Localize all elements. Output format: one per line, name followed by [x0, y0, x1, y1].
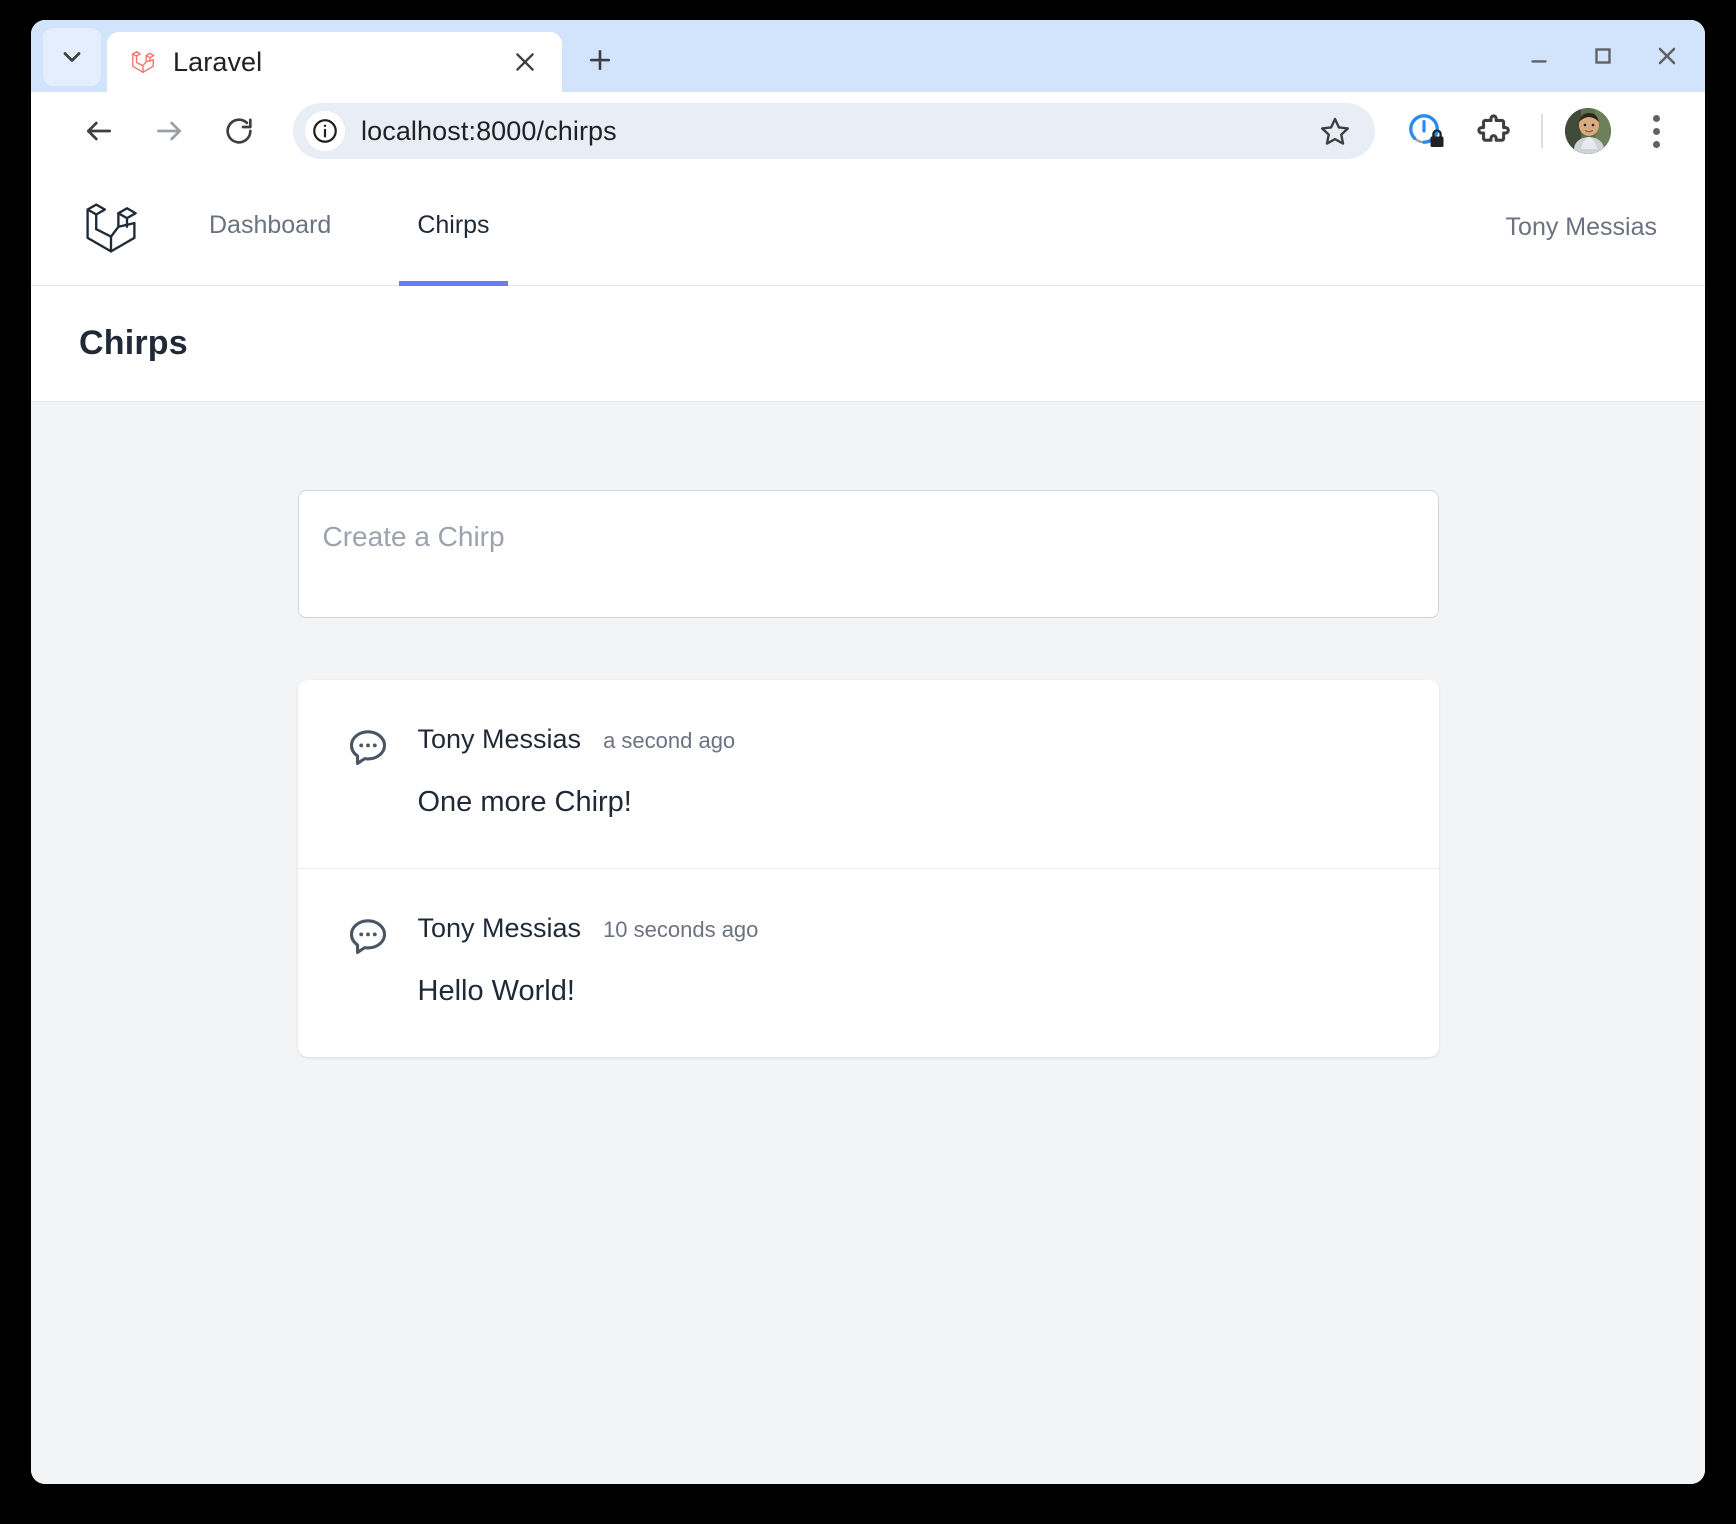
- chirp-author: Tony Messias: [417, 724, 582, 754]
- arrow-right-icon: [157, 121, 181, 141]
- star-icon: [1321, 117, 1350, 145]
- page-header: Chirps: [31, 286, 1705, 402]
- site-info-button[interactable]: [305, 111, 345, 151]
- password-manager-lock-icon: [1409, 114, 1444, 147]
- laravel-logo[interactable]: [79, 196, 143, 260]
- window-close-button[interactable]: [1635, 20, 1699, 92]
- chirp-item: Tony Messias 10 seconds ago Hello World!: [297, 868, 1439, 1057]
- browser-window: Laravel localhost:8000/chirps Dashboard …: [31, 20, 1705, 1484]
- close-icon: [1658, 47, 1676, 65]
- laravel-favicon: [132, 51, 155, 73]
- chirp-body: Tony Messias 10 seconds ago Hello World!: [418, 913, 1391, 1011]
- extensions-button[interactable]: [1469, 106, 1519, 156]
- arrow-left-icon: [87, 121, 111, 141]
- minimize-icon: [1531, 60, 1547, 63]
- tab-strip: Laravel: [31, 20, 1705, 92]
- address-bar-url[interactable]: localhost:8000/chirps: [361, 116, 1313, 147]
- app-nav-links: Dashboard Chirps: [191, 170, 508, 286]
- chirp-meta: Tony Messias 10 seconds ago: [418, 913, 1391, 944]
- chirp-timestamp: 10 seconds ago: [603, 917, 759, 943]
- window-maximize-button[interactable]: [1571, 20, 1635, 92]
- tab-close-button[interactable]: [508, 45, 542, 79]
- back-button[interactable]: [73, 105, 125, 157]
- tab-search-button[interactable]: [43, 28, 101, 86]
- chirp-author: Tony Messias: [417, 913, 582, 944]
- bookmark-button[interactable]: [1313, 109, 1357, 153]
- kebab-dot: [1652, 114, 1660, 122]
- puzzle-piece-icon: [1477, 114, 1510, 142]
- browser-toolbar: localhost:8000/chirps: [31, 92, 1705, 170]
- chirp-timestamp: a second ago: [603, 728, 736, 753]
- kebab-dot: [1652, 127, 1660, 135]
- window-minimize-button[interactable]: [1507, 20, 1571, 92]
- tab-title: Laravel: [173, 46, 263, 77]
- kebab-dot: [1652, 140, 1660, 148]
- toolbar-divider: [1541, 114, 1543, 148]
- maximize-icon: [1595, 48, 1611, 64]
- close-icon: [516, 53, 534, 71]
- chirp-message: Hello World!: [417, 975, 575, 1008]
- nav-link-chirps[interactable]: Chirps: [399, 170, 508, 286]
- user-avatar: [1565, 108, 1611, 154]
- page-viewport: Dashboard Chirps Tony Messias Chirps Cre…: [31, 170, 1705, 1484]
- chirp-item: Tony Messias a second ago One more Chirp…: [298, 680, 1439, 868]
- chirps-list: Tony Messias a second ago One more Chirp…: [297, 680, 1439, 1058]
- reload-icon: [226, 118, 252, 144]
- forward-button[interactable]: [143, 105, 195, 157]
- page-body: Tony Messias a second ago One more Chirp…: [31, 402, 1705, 1484]
- reload-button[interactable]: [213, 105, 265, 157]
- profile-avatar-button[interactable]: [1565, 108, 1611, 154]
- create-chirp-textarea[interactable]: [297, 490, 1439, 618]
- window-controls: [1507, 20, 1699, 92]
- create-chirp-form: [297, 490, 1439, 618]
- chat-bubble-ellipsis-icon: [349, 730, 386, 765]
- content-container: Tony Messias a second ago One more Chirp…: [246, 490, 1491, 1058]
- chirp-body: Tony Messias a second ago One more Chirp…: [418, 724, 1391, 822]
- chirp-message: One more Chirp!: [417, 786, 632, 818]
- new-tab-button[interactable]: [576, 36, 624, 84]
- chat-bubble-ellipsis-icon: [349, 919, 386, 955]
- address-bar[interactable]: localhost:8000/chirps: [293, 103, 1375, 159]
- info-circle-icon: [313, 119, 337, 143]
- plus-icon: [589, 49, 611, 71]
- nav-link-dashboard[interactable]: Dashboard: [191, 170, 349, 286]
- chevron-down-icon: [63, 52, 81, 62]
- nav-user-menu[interactable]: Tony Messias: [1506, 213, 1657, 242]
- password-manager-button[interactable]: [1401, 106, 1451, 156]
- browser-menu-button[interactable]: [1633, 106, 1679, 156]
- browser-tab-laravel[interactable]: Laravel: [107, 32, 562, 92]
- chirp-meta: Tony Messias a second ago: [418, 724, 1391, 755]
- page-title: Chirps: [79, 324, 188, 362]
- app-navbar: Dashboard Chirps Tony Messias: [31, 170, 1705, 286]
